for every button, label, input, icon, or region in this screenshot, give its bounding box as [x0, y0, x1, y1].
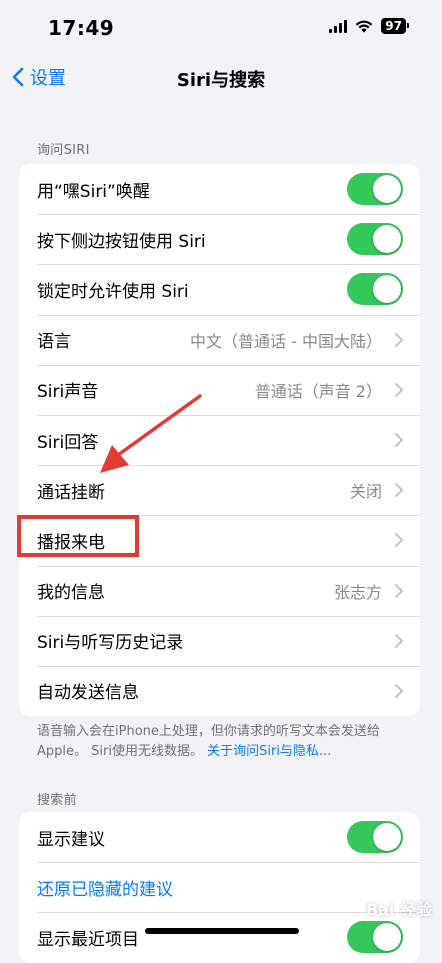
row-label: Siri与听写历史记录 — [37, 633, 184, 654]
wifi-icon — [356, 20, 373, 33]
row-label: 我的信息 — [37, 583, 105, 604]
show-recents-row[interactable]: 显示最近项目 — [19, 912, 420, 962]
row-label: 按下侧边按钮使用 Siri — [37, 231, 206, 252]
watermark-logo: Bai 经验 — [365, 900, 432, 919]
row-value: 普通话（声音 2） — [254, 381, 382, 401]
chevron-right-icon — [395, 483, 403, 498]
page-title: Siri与搜索 — [176, 70, 266, 91]
ask-siri-group: 用“嘿Siri”唤醒 按下侧边按钮使用 Siri 锁定时允许使用 Siri 语言… — [19, 164, 420, 717]
section-header-ask-siri: 询问SIRI — [37, 143, 90, 158]
navigation-bar: 设置 Siri与搜索 — [0, 56, 442, 100]
side-button-siri-row[interactable]: 按下侧边按钮使用 Siri — [19, 214, 420, 264]
language-row[interactable]: 语言 中文（普通话 - 中国大陆） — [19, 314, 420, 365]
row-label: 用“嘿Siri”唤醒 — [37, 181, 150, 202]
siri-privacy-link[interactable]: 关于询问Siri与隐私... — [207, 744, 331, 759]
chevron-right-icon — [395, 683, 403, 698]
siri-responses-row[interactable]: Siri回答 — [19, 414, 420, 465]
row-label: 自动发送信息 — [37, 683, 139, 704]
row-label: 显示最近项目 — [37, 929, 139, 950]
row-label: 显示建议 — [37, 829, 105, 850]
my-information-row[interactable]: 我的信息 张志方 — [19, 565, 420, 616]
chevron-right-icon — [395, 533, 403, 548]
row-label: Siri声音 — [37, 382, 99, 403]
show-recents-toggle[interactable] — [347, 921, 403, 954]
chevron-right-icon — [395, 332, 403, 347]
section-header-before-search: 搜索前 — [37, 793, 77, 808]
before-search-group: 显示建议 还原已隐藏的建议 显示最近项目 — [19, 812, 420, 963]
row-label: 通话挂断 — [37, 482, 105, 503]
row-label: 语言 — [37, 332, 71, 353]
chevron-right-icon — [395, 583, 403, 598]
chevron-right-icon — [395, 382, 403, 397]
chevron-right-icon — [395, 633, 403, 648]
reset-hidden-suggestions-button[interactable]: 还原已隐藏的建议 — [37, 875, 173, 900]
siri-when-locked-toggle[interactable] — [347, 273, 403, 306]
siri-dictation-history-row[interactable]: Siri与听写历史记录 — [19, 615, 420, 666]
siri-when-locked-row[interactable]: 锁定时允许使用 Siri — [19, 264, 420, 314]
show-suggestions-toggle[interactable] — [347, 821, 403, 854]
call-hang-up-row[interactable]: 通话挂断 关闭 — [19, 465, 420, 515]
annotation-highlight-box — [17, 515, 139, 557]
row-label: 锁定时允许使用 Siri — [37, 281, 189, 302]
row-value: 中文（普通话 - 中国大陆） — [190, 331, 382, 351]
side-button-siri-toggle[interactable] — [347, 223, 403, 256]
hey-siri-row[interactable]: 用“嘿Siri”唤醒 — [19, 164, 420, 214]
row-value: 关闭 — [349, 482, 382, 502]
row-label: Siri回答 — [37, 432, 99, 453]
auto-send-messages-row[interactable]: 自动发送信息 — [19, 665, 420, 716]
show-suggestions-row[interactable]: 显示建议 — [19, 812, 420, 862]
row-value: 张志方 — [333, 582, 382, 602]
hey-siri-toggle[interactable] — [347, 173, 403, 206]
siri-voice-row[interactable]: Siri声音 普通话（声音 2） — [19, 364, 420, 415]
cellular-signal-icon — [329, 19, 348, 33]
status-time: 17:49 — [48, 16, 115, 40]
home-indicator — [145, 928, 299, 934]
status-icons: 97 — [329, 18, 409, 34]
chevron-right-icon — [395, 433, 403, 448]
status-bar: 17:49 97 — [0, 0, 442, 58]
reset-hidden-suggestions-row[interactable]: 还原已隐藏的建议 — [19, 862, 420, 912]
privacy-footer: 语音输入会在iPhone上处理，但你请求的听写文本会发送给 Apple。 Sir… — [37, 722, 407, 762]
battery-icon: 97 — [381, 18, 409, 34]
